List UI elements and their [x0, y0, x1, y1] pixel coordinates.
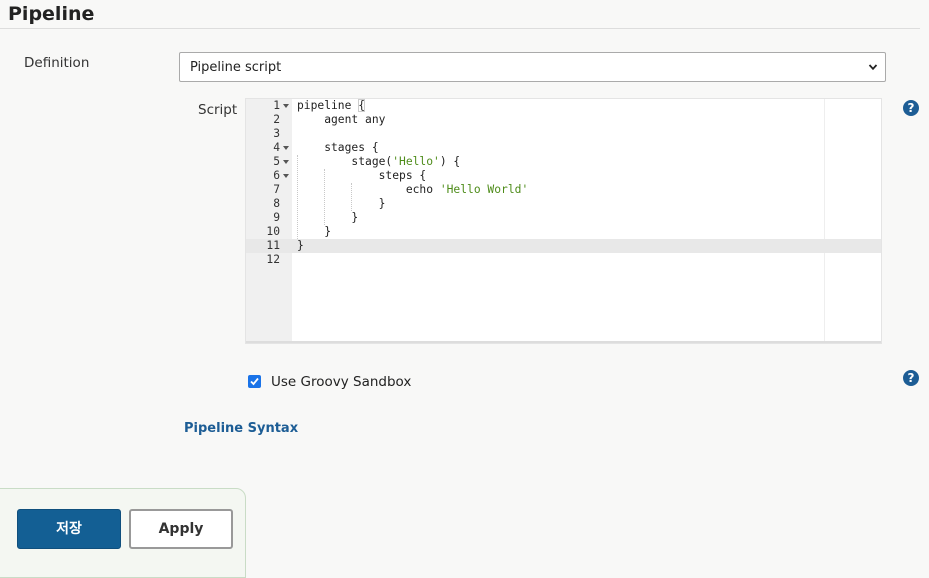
line-number: 5	[273, 155, 280, 168]
line-number: 3	[273, 127, 280, 140]
code-line: 10 }	[246, 225, 881, 239]
line-number: 4	[273, 141, 280, 154]
line-number: 10	[266, 225, 280, 238]
string-literal: 'Hello World'	[439, 183, 529, 196]
line-number: 11	[266, 239, 280, 252]
help-icon-script[interactable]: ?	[903, 100, 919, 116]
script-editor[interactable]: 1 pipeline {2 agent any 3 4 stages {5 stage…	[245, 98, 882, 344]
code-line: 8 }	[246, 197, 881, 211]
pipeline-syntax-link[interactable]: Pipeline Syntax	[184, 421, 298, 436]
bracket-match-highlight	[358, 99, 365, 112]
code-text: steps {	[297, 169, 427, 182]
code-line: 7 echo 'Hello World'	[246, 183, 881, 197]
code-line: 4 stages {	[246, 141, 881, 155]
code-text: }	[297, 197, 386, 210]
line-number: 1	[273, 99, 280, 112]
line-number: 2	[273, 113, 280, 126]
code-line: 5 stage('Hello') {	[246, 155, 881, 169]
code-text: pipeline {	[297, 99, 366, 112]
script-label: Script	[198, 102, 238, 118]
code-line: 6 steps {	[246, 169, 881, 183]
code-line: 1 pipeline {	[246, 99, 881, 113]
indent-guide	[351, 183, 352, 211]
code-text: }	[297, 225, 332, 238]
section-divider	[0, 28, 920, 29]
code-line: 9 }	[246, 211, 881, 225]
definition-selected-value: Pipeline script	[190, 60, 282, 75]
indent-guide	[324, 169, 325, 225]
sandbox-label[interactable]: Use Groovy Sandbox	[271, 374, 411, 390]
save-button[interactable]: 저장	[17, 509, 121, 549]
section-title: Pipeline	[8, 3, 95, 25]
line-number: 8	[273, 197, 280, 210]
fold-toggle-icon[interactable]	[283, 174, 289, 178]
code-text: }	[297, 239, 304, 252]
line-number: 7	[273, 183, 280, 196]
code-line: 3	[246, 127, 881, 141]
code-text: agent any	[297, 113, 386, 126]
line-number: 12	[266, 253, 280, 266]
code-text: stages {	[297, 141, 379, 154]
chevron-down-icon	[868, 64, 878, 71]
code-text: stage('Hello') {	[297, 155, 461, 168]
checkmark-icon	[250, 377, 259, 386]
fold-toggle-icon[interactable]	[283, 104, 289, 108]
sandbox-checkbox[interactable]	[248, 375, 261, 388]
apply-button[interactable]: Apply	[129, 509, 233, 549]
line-number: 9	[273, 211, 280, 224]
fold-toggle-icon[interactable]	[283, 146, 289, 150]
line-number: 6	[273, 169, 280, 182]
indent-guide	[297, 155, 298, 239]
code-text: }	[297, 211, 359, 224]
definition-select[interactable]: Pipeline script	[179, 52, 886, 82]
code-line: 2 agent any	[246, 113, 881, 127]
definition-label: Definition	[24, 55, 90, 71]
fold-toggle-icon[interactable]	[283, 160, 289, 164]
code-line: 12	[246, 253, 881, 267]
editor-resize-bar[interactable]	[246, 341, 881, 343]
help-icon-sandbox[interactable]: ?	[903, 370, 919, 386]
string-literal: 'Hello'	[392, 155, 440, 168]
code-text: echo 'Hello World'	[297, 183, 529, 196]
code-line: 11}	[246, 239, 881, 253]
